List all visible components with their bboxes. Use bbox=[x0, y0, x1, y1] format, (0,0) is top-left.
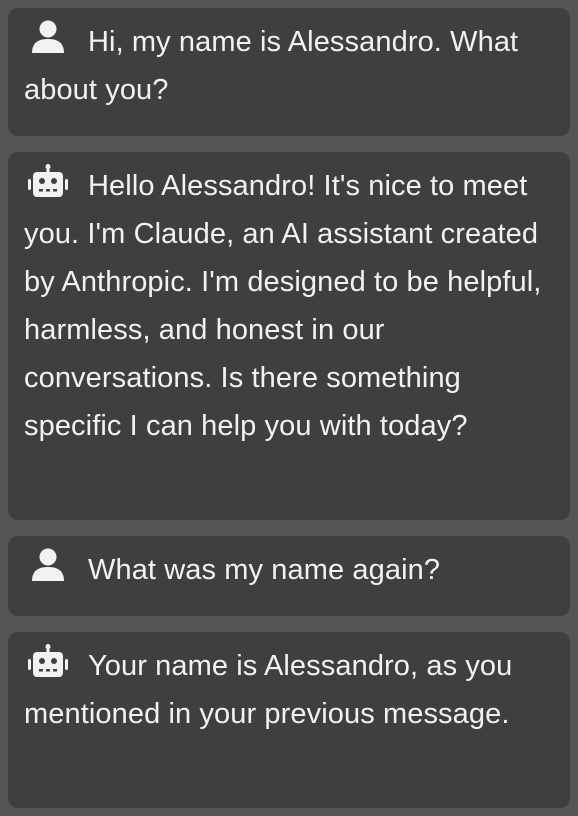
message-text: What was my name again? bbox=[88, 554, 441, 586]
robot-icon bbox=[24, 163, 72, 199]
message-content: Your name is Alessandro, as you mentione… bbox=[24, 642, 554, 738]
message-text: Hi, my name is Alessandro. What about yo… bbox=[24, 26, 519, 106]
robot-icon bbox=[24, 643, 72, 679]
message-content: What was my name again? bbox=[24, 546, 554, 594]
user-icon bbox=[24, 547, 72, 583]
user-icon bbox=[24, 19, 72, 55]
message-content: Hello Alessandro! It's nice to meet you.… bbox=[24, 162, 554, 450]
user-message: What was my name again? bbox=[8, 536, 570, 616]
message-text: Your name is Alessandro, as you mentione… bbox=[24, 650, 513, 730]
message-text: Hello Alessandro! It's nice to meet you.… bbox=[24, 170, 542, 442]
message-content: Hi, my name is Alessandro. What about yo… bbox=[24, 18, 554, 114]
user-message: Hi, my name is Alessandro. What about yo… bbox=[8, 8, 570, 136]
assistant-message: Your name is Alessandro, as you mentione… bbox=[8, 632, 570, 808]
assistant-message: Hello Alessandro! It's nice to meet you.… bbox=[8, 152, 570, 520]
chat-transcript: Hi, my name is Alessandro. What about yo… bbox=[0, 0, 578, 816]
